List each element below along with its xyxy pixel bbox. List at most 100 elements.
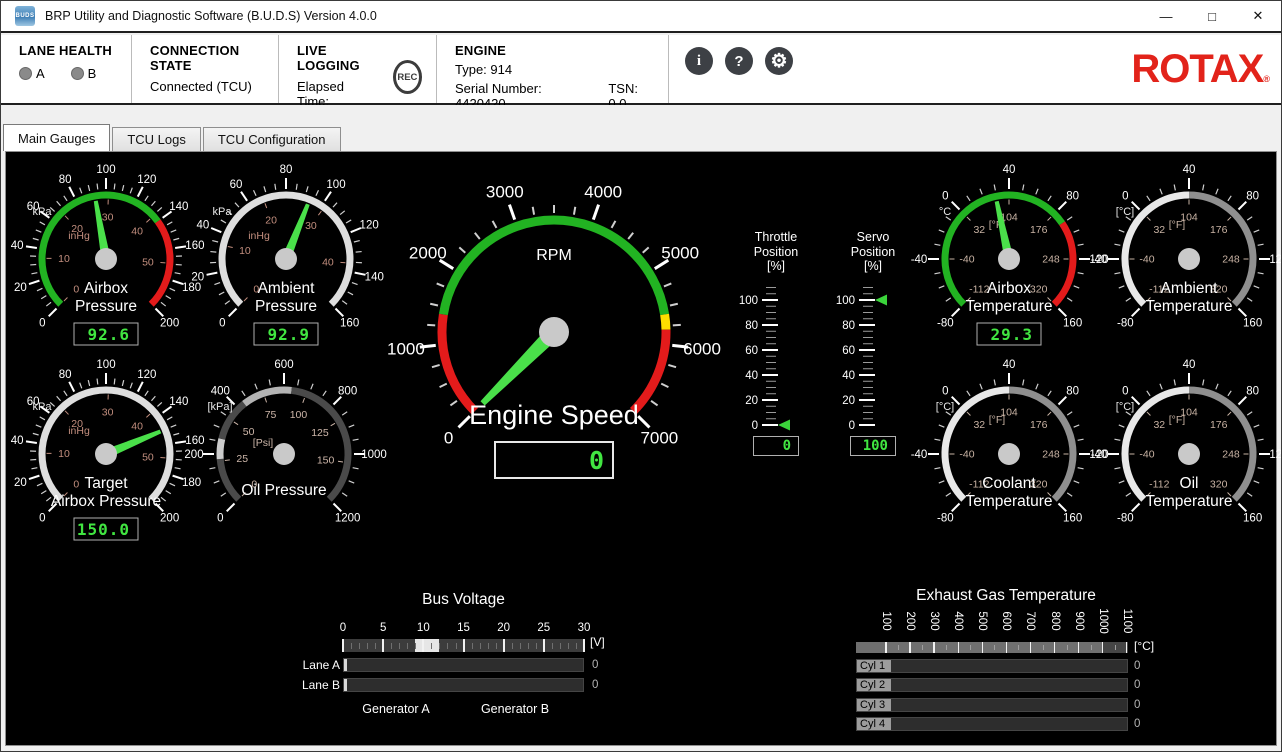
svg-text:-40: -40: [1139, 254, 1154, 266]
close-button[interactable]: ✕: [1235, 1, 1281, 31]
gauge-title: Oil: [1180, 475, 1199, 492]
egt-scale-label: 900: [1073, 611, 1085, 630]
gauge-hub: [998, 248, 1020, 270]
svg-text:75: 75: [265, 409, 277, 421]
gauge-title: Engine Speed: [469, 400, 639, 430]
svg-text:3000: 3000: [486, 182, 524, 201]
svg-text:0: 0: [73, 283, 79, 295]
svg-text:1000: 1000: [387, 340, 425, 359]
gauge-target-airbox-pressure: 02040608010012014016018020001020304050kP…: [14, 354, 198, 554]
maximize-button[interactable]: □: [1189, 1, 1235, 31]
egt-scale-label: 500: [976, 611, 988, 630]
svg-text:160: 160: [1243, 513, 1262, 525]
cylinder-label: Cyl 1: [857, 660, 891, 672]
svg-text:40: 40: [1183, 359, 1196, 371]
svg-text:30: 30: [305, 220, 317, 232]
svg-text:400: 400: [211, 385, 230, 397]
svg-text:40: 40: [196, 220, 209, 232]
svg-text:160: 160: [1243, 318, 1262, 330]
svg-text:150: 150: [317, 454, 335, 466]
svg-text:50: 50: [142, 256, 154, 268]
cylinder-label: Cyl 4: [857, 718, 891, 730]
minimize-button[interactable]: —: [1143, 1, 1189, 31]
svg-text:20: 20: [14, 282, 27, 294]
svg-text:-40: -40: [959, 449, 974, 461]
svg-text:0: 0: [73, 478, 79, 490]
gauge-hub: [1178, 443, 1200, 465]
gauge-center-label: RPM: [536, 247, 572, 264]
gear-icon[interactable]: ⚙: [765, 47, 793, 75]
gauge-inner-unit: [°F]: [989, 414, 1006, 426]
lane-label: Lane A: [296, 658, 340, 672]
bus-scale-label: 20: [497, 622, 510, 634]
scale-pointer: [875, 294, 887, 305]
rec-button[interactable]: REC: [393, 60, 422, 94]
svg-text:248: 248: [1222, 449, 1240, 461]
info-icon[interactable]: i: [685, 47, 713, 75]
gauge-title: Ambient: [1161, 280, 1219, 297]
svg-text:600: 600: [274, 359, 293, 371]
gauge-title: Airbox Pressure: [51, 493, 161, 510]
gauge-outer-unit: kPa: [33, 401, 53, 413]
svg-text:32: 32: [973, 419, 985, 431]
svg-text:200: 200: [160, 318, 179, 330]
cylinder-bar: Cyl 1: [856, 659, 1128, 673]
gauge-hub: [95, 248, 117, 270]
cylinder-label: Cyl 2: [857, 679, 891, 691]
gauge-ticks: 020040060080010001200: [184, 359, 386, 525]
tab-tcu-configuration[interactable]: TCU Configuration: [203, 127, 341, 151]
indicator-value-display: 0: [753, 436, 799, 456]
gauge-hub: [539, 317, 569, 347]
bus-voltage-title: Bus Voltage: [343, 591, 584, 609]
gauge-outer-unit: kPa: [33, 206, 53, 218]
gauge-outer-unit: [°C]: [1116, 206, 1134, 218]
gauge-hub: [998, 443, 1020, 465]
egt-scale-label: 800: [1049, 611, 1061, 630]
svg-text:176: 176: [1210, 419, 1228, 431]
svg-text:4000: 4000: [584, 182, 622, 201]
egt-scale-label: 100: [880, 611, 892, 630]
lane-b-label: B: [88, 66, 97, 81]
svg-text:0: 0: [849, 420, 855, 432]
bus-unit-label: [V]: [590, 635, 605, 649]
svg-text:248: 248: [1222, 254, 1240, 266]
help-icon[interactable]: ?: [725, 47, 753, 75]
svg-text:176: 176: [1030, 419, 1048, 431]
cylinder-value: 0: [1134, 718, 1140, 730]
rotax-logo: ROTAX®: [1131, 49, 1281, 89]
servo-position-indicator: ServoPosition[%]020406080100100: [825, 230, 921, 456]
svg-text:40: 40: [11, 435, 24, 447]
svg-text:120: 120: [137, 174, 156, 186]
indicator-value-display: 100: [850, 436, 896, 456]
svg-text:80: 80: [1066, 385, 1079, 397]
scale-pointer: [778, 419, 790, 430]
vertical-scale-ticks: 020406080100: [739, 287, 778, 432]
gauge-oil-pressure: 0200400600800100012000255075100125150[kP…: [192, 354, 376, 554]
svg-text:160: 160: [1063, 318, 1082, 330]
live-logging-section: LIVE LOGGING Elapsed Time: REC: [279, 35, 437, 103]
engine-type: Type: 914: [455, 62, 654, 77]
cylinder-value: 0: [1134, 660, 1140, 672]
gauge-airbox-temperature: -80-4004080120160-112-4032104176248320°C…: [917, 159, 1101, 359]
tab-main-gauges[interactable]: Main Gauges: [3, 124, 110, 151]
svg-text:30: 30: [102, 407, 114, 419]
svg-text:32: 32: [973, 224, 985, 236]
gauge-title: Temperature: [965, 493, 1052, 510]
svg-text:-112: -112: [1149, 478, 1169, 490]
throttle-position-indicator: ThrottlePosition[%]0204060801000: [728, 230, 824, 456]
tab-tcu-logs[interactable]: TCU Logs: [112, 127, 201, 151]
lane-health-label: LANE HEALTH: [19, 43, 117, 58]
gauge-hub: [275, 248, 297, 270]
svg-text:80: 80: [1246, 190, 1259, 202]
svg-text:800: 800: [338, 385, 357, 397]
cylinder-value: 0: [1134, 679, 1140, 691]
svg-text:40: 40: [1183, 164, 1196, 176]
generator-b-label: Generator B: [481, 702, 549, 716]
svg-text:140: 140: [169, 201, 188, 213]
gauge-value: 150.0: [77, 520, 130, 539]
svg-text:100: 100: [290, 409, 308, 421]
app-window: BUDS BRP Utility and Diagnostic Software…: [0, 0, 1282, 752]
gauge-title: Target: [84, 475, 128, 492]
gauge-title: Ambient: [258, 280, 316, 297]
gauge-inner-unit: inHg: [248, 230, 270, 242]
